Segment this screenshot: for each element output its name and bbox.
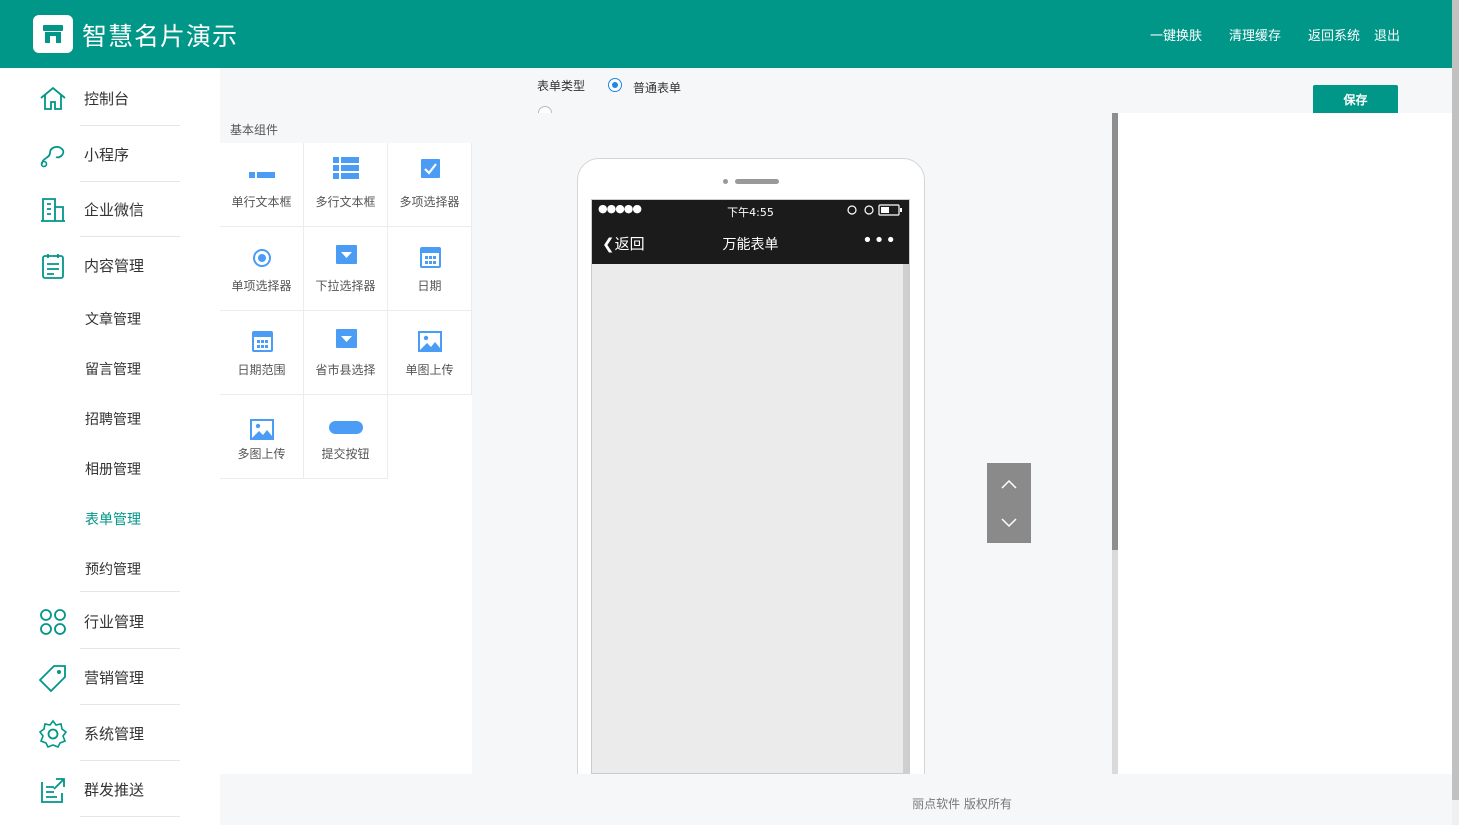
skin-switch-link[interactable]: 一键换肤 [1150,25,1202,44]
logout-link[interactable]: 退出 [1374,25,1400,44]
top-header: 智慧名片演示 一键换肤 清理缓存 返回系统 退出 [0,0,1452,68]
component-single-line-text[interactable]: 单行文本框 [220,143,304,227]
sidebar-item-miniprogram[interactable]: 小程序 [0,126,180,182]
sidebar-item-label: 内容管理 [84,256,145,275]
radio-icon [252,249,271,267]
form-type-radio-normal[interactable] [608,78,622,92]
preview-scrollbar[interactable] [1112,113,1118,774]
component-date[interactable]: 日期 [388,227,472,311]
images-icon [249,419,274,440]
phone-screen[interactable]: ●●●●● 下午4:55 ❮返回 万能表单 ••• [591,199,910,774]
single-line-text-icon [248,172,275,178]
properties-pane [1118,113,1452,825]
sidebar-item-label: 企业微信 [84,200,145,219]
sidebar: 控制台 小程序 企业微信 内容管理 文章管理 留言管理 招聘管理 相册管理 表单… [0,68,220,825]
form-type-option-label: 普通表单 [633,81,682,95]
component-multi-image[interactable]: 多图上传 [220,395,304,479]
image-icon [417,331,442,352]
sidebar-item-content[interactable]: 内容管理 [0,237,180,293]
sidebar-sub-recruitment[interactable]: 招聘管理 [85,409,141,429]
back-to-system-link[interactable]: 返回系统 [1308,25,1360,44]
battery-icon [847,204,902,216]
sidebar-item-label: 群发推送 [84,780,145,799]
save-button[interactable]: 保存 [1313,85,1398,115]
component-radio[interactable]: 单项选择器 [220,227,304,311]
sidebar-item-industry[interactable]: 行业管理 [0,593,180,649]
preview-scrollbar-thumb[interactable] [1112,113,1118,550]
checkbox-icon [420,159,440,178]
sidebar-item-system[interactable]: 系统管理 [0,705,180,761]
sidebar-item-label: 小程序 [84,145,130,164]
component-panel: 基本组件 单行文本框 多行文本框 多项选择器 单项选择器 下拉选择器 日期 日期… [220,113,472,774]
sidebar-sub-appointments[interactable]: 预约管理 [85,559,141,579]
sidebar-item-label: 控制台 [84,89,130,108]
form-type-label: 表单类型 [537,79,586,93]
component-dropdown[interactable]: 下拉选择器 [304,227,388,311]
component-date-range[interactable]: 日期范围 [220,311,304,395]
multi-line-text-icon [332,157,359,179]
form-type-radio-other[interactable] [538,106,552,113]
phone-scrollbar[interactable] [903,264,909,774]
submit-button-icon [328,421,363,434]
component-submit-button[interactable]: 提交按钮 [304,395,388,479]
page-scrollbar-thumb[interactable] [1452,0,1459,800]
store-icon [43,25,63,43]
component-checkbox[interactable]: 多项选择器 [388,143,472,227]
phone-camera [723,179,728,184]
clear-cache-link[interactable]: 清理缓存 [1229,25,1281,44]
calendar-range-icon [251,331,273,352]
footer-copyright: 丽点软件 版权所有 [472,774,1452,825]
sidebar-sub-articles[interactable]: 文章管理 [85,309,141,329]
move-arrows[interactable] [987,463,1031,543]
phone-nav-bar: ❮返回 万能表单 ••• [592,222,909,264]
clipboard-icon [42,254,64,279]
sidebar-item-dashboard[interactable]: 控制台 [0,70,180,126]
home-icon [40,86,66,110]
gear-icon [38,719,68,749]
sidebar-item-enterprise-wechat[interactable]: 企业微信 [0,181,180,237]
logo [33,15,73,53]
phone-speaker [735,179,779,184]
calendar-icon [419,247,441,268]
component-panel-heading: 基本组件 [220,113,472,143]
component-multi-line-text[interactable]: 多行文本框 [304,143,388,227]
miniprogram-icon [40,146,65,168]
clover-icon [40,609,66,635]
share-icon [41,778,65,803]
sidebar-sub-forms[interactable]: 表单管理 [85,509,141,529]
sidebar-sub-albums[interactable]: 相册管理 [85,459,141,479]
app-title: 智慧名片演示 [82,22,239,51]
building-icon [41,198,65,222]
dropdown-icon [335,245,357,264]
more-icon[interactable]: ••• [862,230,897,251]
tag-icon [38,665,66,693]
sidebar-item-label: 系统管理 [84,724,145,743]
page-scrollbar[interactable] [1452,0,1459,825]
sidebar-sub-messages[interactable]: 留言管理 [85,359,141,379]
sidebar-item-label: 营销管理 [84,668,145,687]
chevron-down-icon[interactable] [999,517,1019,529]
sidebar-item-push[interactable]: 群发推送 [0,761,180,817]
region-dropdown-icon [335,329,357,348]
sidebar-item-label: 行业管理 [84,612,145,631]
chevron-up-icon[interactable] [999,478,1019,490]
phone-status-bar: ●●●●● 下午4:55 [592,200,909,222]
sidebar-item-marketing[interactable]: 营销管理 [0,649,180,705]
component-region-select[interactable]: 省市县选择 [304,311,388,395]
component-single-image[interactable]: 单图上传 [388,311,472,395]
